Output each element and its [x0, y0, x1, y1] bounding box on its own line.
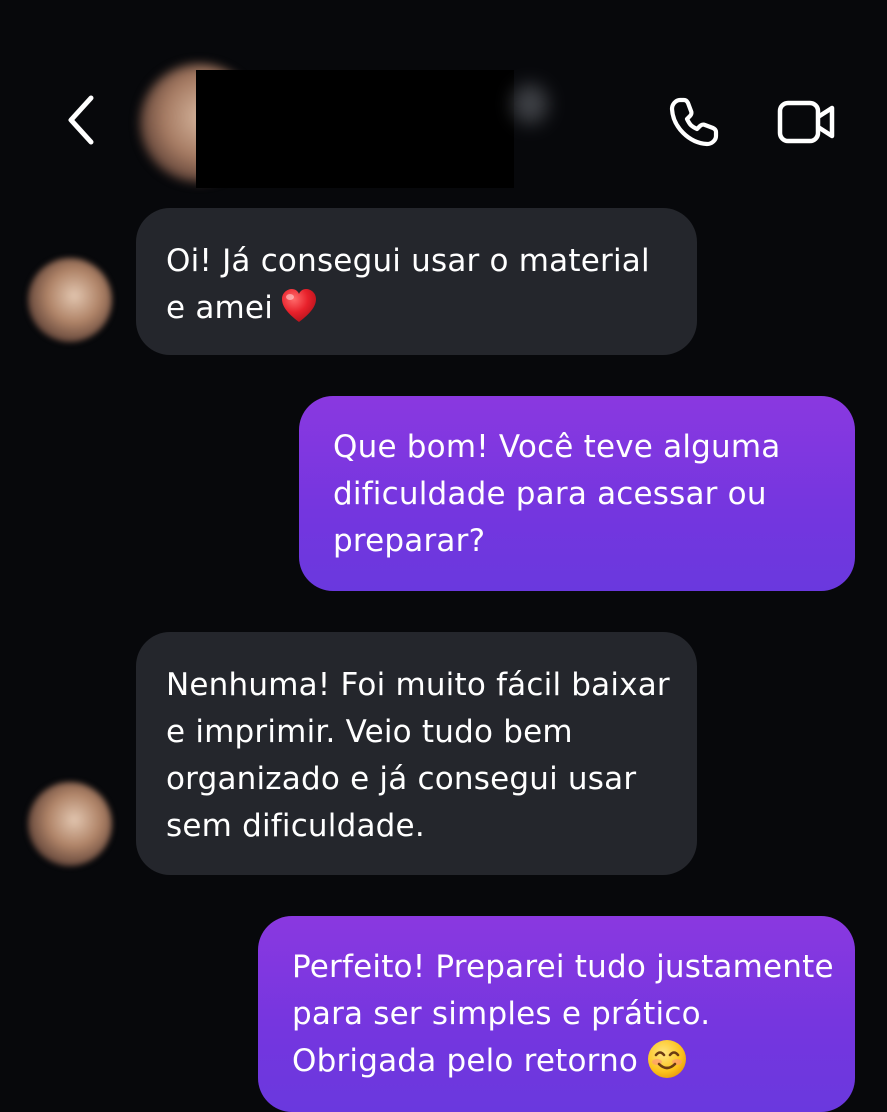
message-text-line: Oi! Já consegui usar o material: [166, 243, 650, 279]
red-heart-emoji-icon: [282, 289, 317, 322]
message-text-line: e imprimir. Veio tudo bem: [166, 714, 573, 750]
status-blur: [512, 84, 548, 124]
message-text-line: e amei: [166, 285, 669, 332]
message-bubble-outgoing[interactable]: Que bom! Você teve alguma dificuldade pa…: [299, 396, 855, 591]
voice-call-button[interactable]: [664, 92, 724, 152]
message-bubble-outgoing[interactable]: Perfeito! Preparei tudo justamente para …: [258, 916, 855, 1112]
message-text-line: organizado e já consegui usar: [166, 761, 637, 797]
sender-avatar[interactable]: [28, 258, 112, 342]
message-text-line: dificuldade para acessar ou: [333, 476, 767, 512]
message-text-line: Perfeito! Preparei tudo justamente: [292, 949, 834, 985]
message-text-line: para ser simples e prático.: [292, 996, 711, 1032]
message-text-line: Obrigada pelo retorno: [292, 1038, 827, 1085]
sender-avatar[interactable]: [28, 782, 112, 866]
message-bubble-incoming[interactable]: Nenhuma! Foi muito fácil baixar e imprim…: [136, 632, 697, 875]
message-text-line: Que bom! Você teve alguma: [333, 429, 781, 465]
back-button[interactable]: [56, 92, 108, 148]
message-bubble-incoming[interactable]: Oi! Já consegui usar o material e amei: [136, 208, 697, 355]
message-text-line: preparar?: [333, 523, 486, 559]
chat-screen: Oi! Já consegui usar o material e amei Q…: [0, 0, 887, 1112]
video-camera-icon: [777, 100, 835, 144]
message-text-line: sem dificuldade.: [166, 808, 425, 844]
video-call-button[interactable]: [774, 92, 840, 152]
phone-icon: [669, 97, 719, 147]
chat-header: [0, 0, 887, 188]
smiling-face-emoji-icon: [648, 1040, 687, 1078]
contact-name-redacted[interactable]: [196, 70, 514, 188]
message-text-line: Nenhuma! Foi muito fácil baixar: [166, 667, 670, 703]
chevron-left-icon: [68, 95, 94, 145]
